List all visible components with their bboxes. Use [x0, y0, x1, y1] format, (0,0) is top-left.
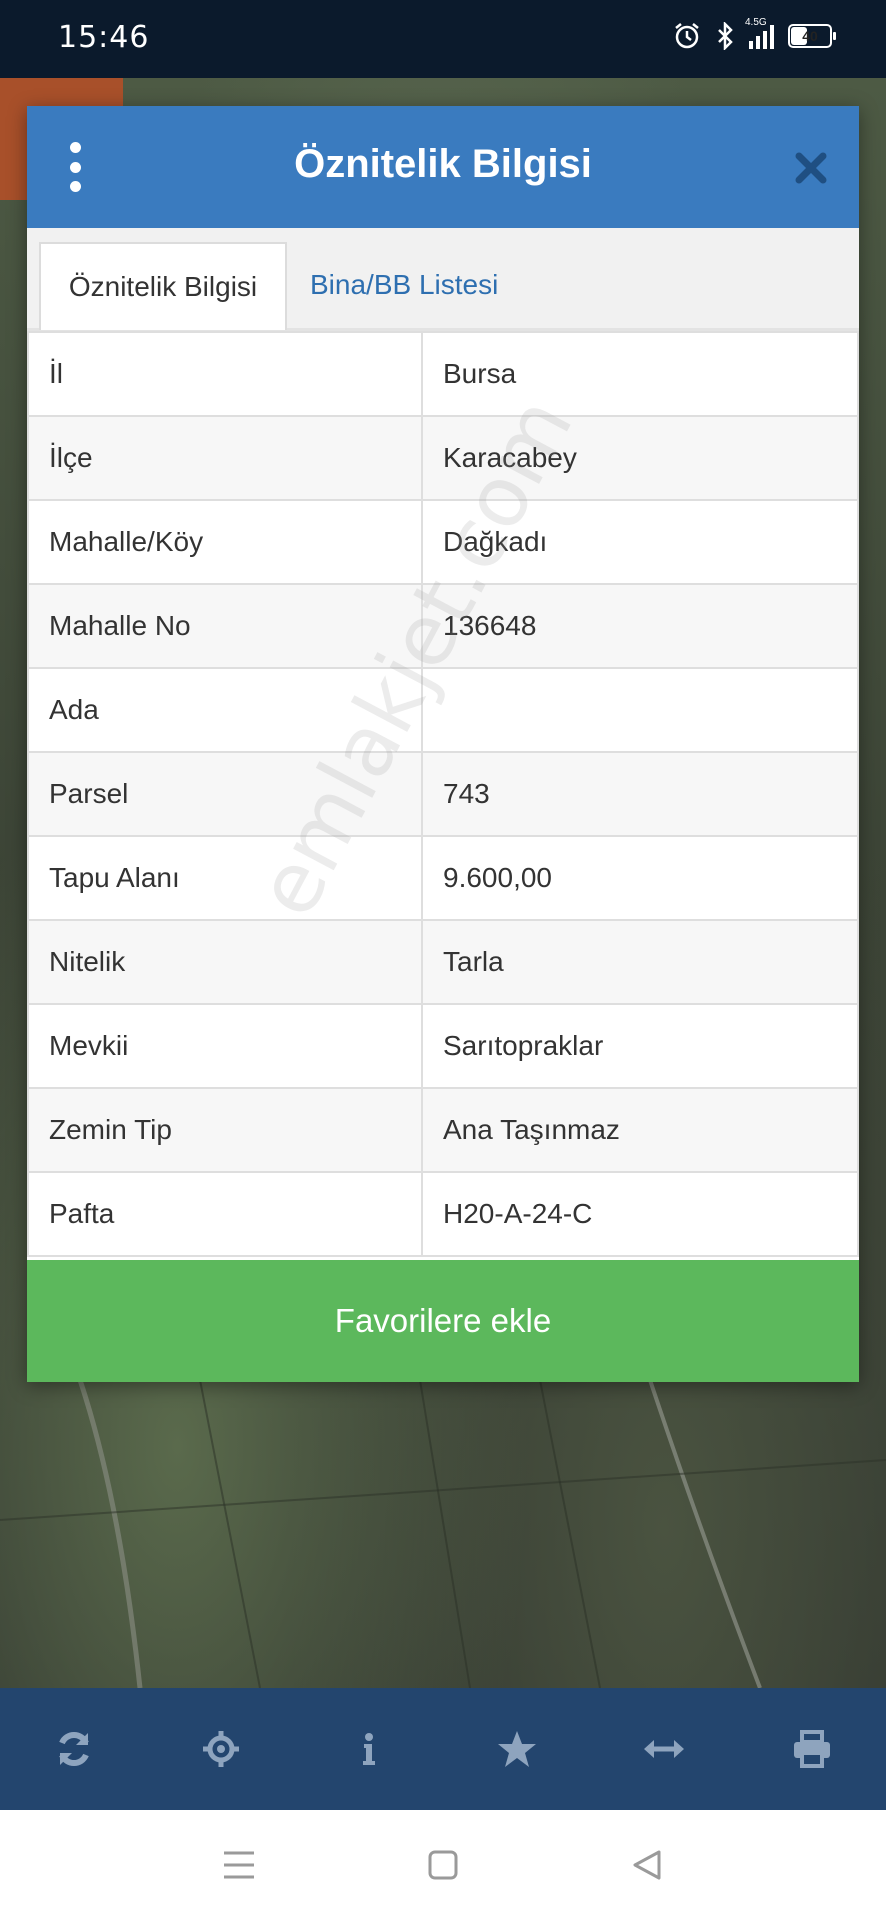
dialog-header: Öznitelik Bilgisi	[27, 106, 859, 228]
attr-value: Dağkadı	[421, 499, 859, 585]
attribute-table: İl Bursa İlçe Karacabey Mahalle/Köy Dağkadı…	[27, 331, 859, 1257]
attr-value: H20-A-24-C	[421, 1171, 859, 1257]
attr-key: Mahalle/Köy	[27, 499, 423, 585]
attr-value: Ana Taşınmaz	[421, 1087, 859, 1173]
info-icon	[363, 1733, 376, 1765]
status-bar: 15:46 4.5G 40	[0, 0, 886, 78]
attr-value: 9.600,00	[421, 835, 859, 921]
attr-value: 136648	[421, 583, 859, 669]
table-row: İlçe Karacabey	[27, 415, 859, 501]
attr-value: Tarla	[421, 919, 859, 1005]
tab-attribute-info[interactable]: Öznitelik Bilgisi	[39, 242, 287, 330]
locate-icon	[203, 1731, 240, 1767]
print-icon	[794, 1730, 831, 1768]
locate-button[interactable]	[191, 1719, 251, 1779]
table-row: İl Bursa	[27, 331, 859, 417]
table-row: Tapu Alanı 9.600,00	[27, 835, 859, 921]
battery-icon: 40	[788, 24, 836, 48]
attr-value	[421, 667, 859, 753]
attr-key: Mevkii	[27, 1003, 423, 1089]
table-row: Ada	[27, 667, 859, 753]
tab-building-list[interactable]: Bina/BB Listesi	[310, 242, 498, 328]
attr-key: Zemin Tip	[27, 1087, 423, 1173]
measure-icon	[644, 1740, 685, 1758]
battery-level: 40	[802, 28, 818, 44]
attribute-dialog: Öznitelik Bilgisi Öznitelik Bilgisi Bina…	[27, 106, 859, 1382]
attr-value: Bursa	[421, 331, 859, 417]
signal-indicator: 4.5G	[745, 17, 774, 49]
home-icon	[428, 1850, 458, 1880]
table-row: Mahalle No 136648	[27, 583, 859, 669]
table-row: Mevkii Sarıtopraklar	[27, 1003, 859, 1089]
attr-value: 743	[421, 751, 859, 837]
signal-bar-2	[756, 36, 760, 49]
add-to-favorites-button[interactable]: Favorilere ekle	[27, 1260, 859, 1382]
favorites-button[interactable]	[487, 1719, 547, 1779]
attr-key: İlçe	[27, 415, 423, 501]
network-type: 4.5G	[745, 17, 767, 28]
home-button[interactable]	[421, 1843, 465, 1887]
attr-key: Tapu Alanı	[27, 835, 423, 921]
table-row: Zemin Tip Ana Taşınmaz	[27, 1087, 859, 1173]
attr-key: Parsel	[27, 751, 423, 837]
attr-key: Nitelik	[27, 919, 423, 1005]
bluetooth-icon	[718, 22, 733, 50]
attr-value: Sarıtopraklar	[421, 1003, 859, 1089]
attr-key: Ada	[27, 667, 423, 753]
close-icon[interactable]	[793, 150, 829, 186]
refresh-button[interactable]	[44, 1719, 104, 1779]
signal-bar-4	[770, 25, 774, 49]
system-nav-bar	[0, 1810, 886, 1920]
map-toolbar	[0, 1688, 886, 1810]
attr-key: İl	[27, 331, 423, 417]
attr-key: Mahalle No	[27, 583, 423, 669]
signal-bar-1	[749, 41, 753, 49]
attr-value: Karacabey	[421, 415, 859, 501]
status-icons: 4.5G 40	[673, 17, 836, 50]
star-icon	[497, 1731, 536, 1767]
refresh-icon	[59, 1732, 89, 1766]
signal-bar-3	[763, 31, 767, 49]
table-row: Mahalle/Köy Dağkadı	[27, 499, 859, 585]
print-button[interactable]	[782, 1719, 842, 1779]
back-button[interactable]	[625, 1843, 669, 1887]
alarm-icon	[675, 23, 699, 49]
map-field-lines	[0, 1380, 886, 1688]
table-row: Parsel 743	[27, 751, 859, 837]
menu-icon	[224, 1851, 254, 1879]
recents-button[interactable]	[217, 1843, 261, 1887]
dialog-title: Öznitelik Bilgisi	[294, 142, 592, 186]
table-row: Pafta H20-A-24-C	[27, 1171, 859, 1257]
info-button[interactable]	[339, 1719, 399, 1779]
attr-key: Pafta	[27, 1171, 423, 1257]
measure-button[interactable]	[634, 1719, 694, 1779]
tab-bar: Öznitelik Bilgisi Bina/BB Listesi	[27, 228, 859, 331]
status-time: 15:46	[58, 20, 150, 55]
back-icon	[633, 1850, 661, 1880]
table-row: Nitelik Tarla	[27, 919, 859, 1005]
